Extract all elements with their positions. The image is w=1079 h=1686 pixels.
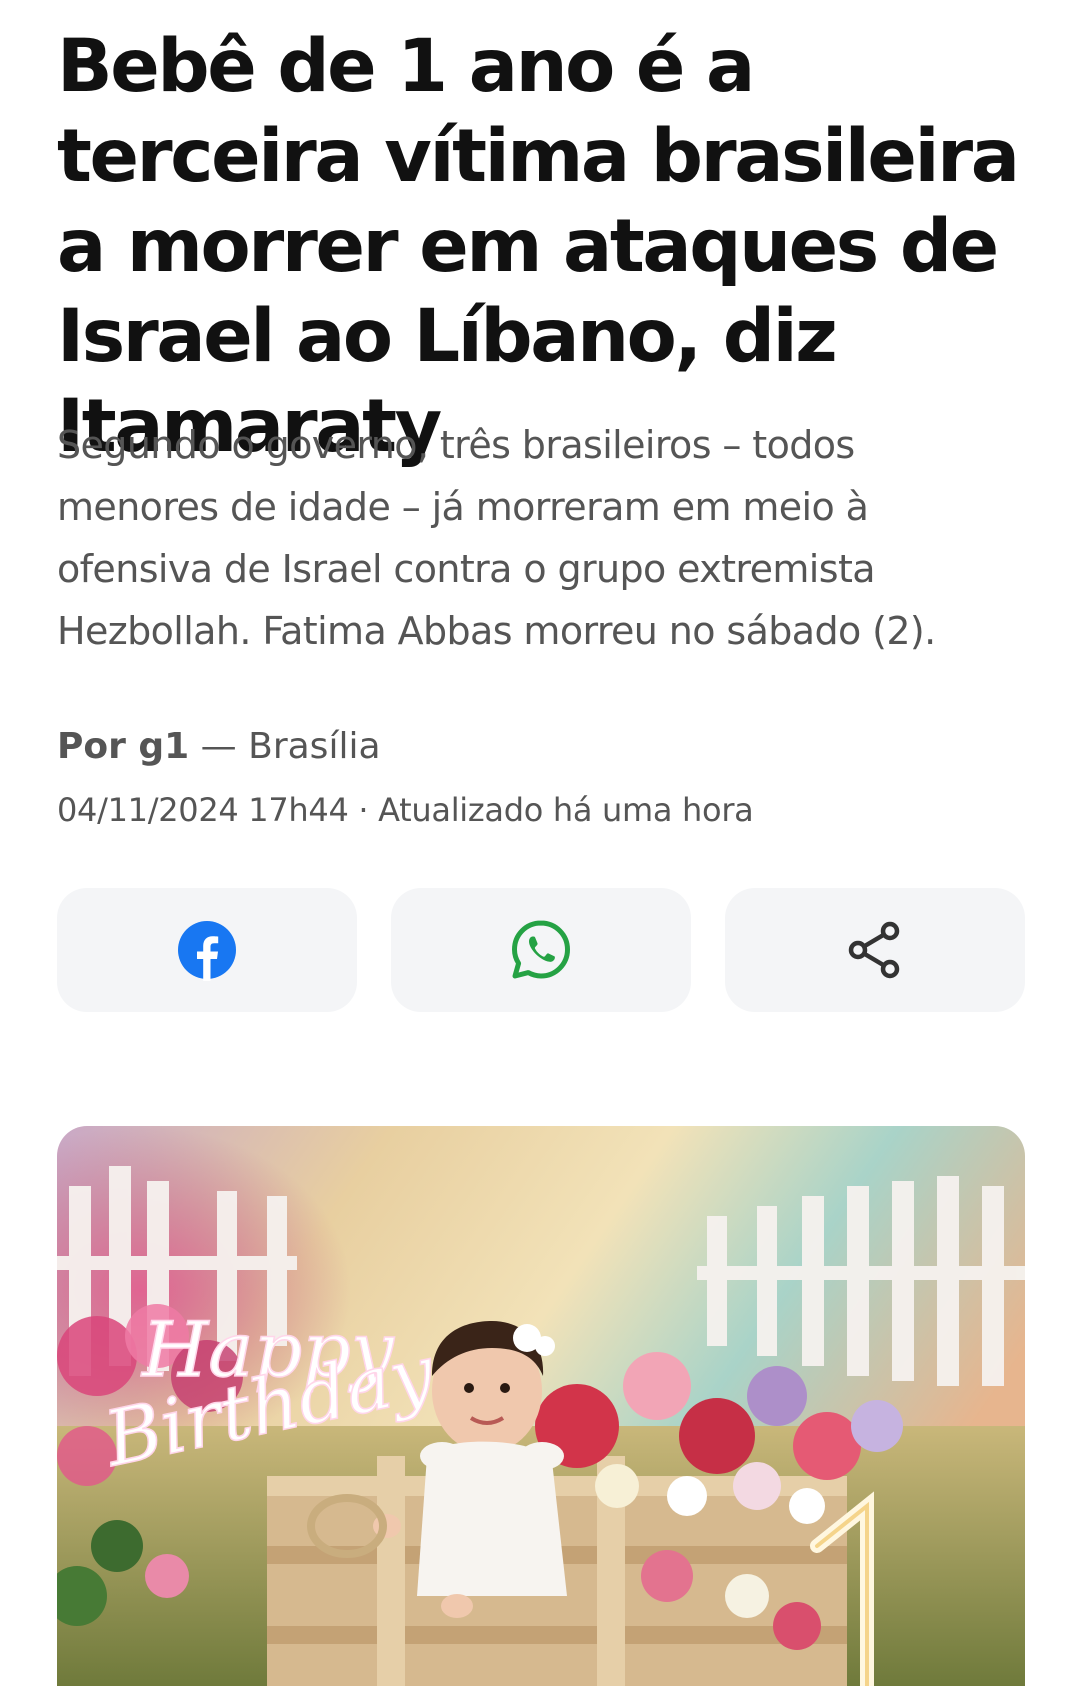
facebook-share-button[interactable]: [57, 888, 357, 1012]
birthday-photo-illustration: Happy Birthday: [57, 1126, 1025, 1686]
byline: Por g1 — Brasília: [57, 722, 381, 772]
article-subtitle: Segundo o governo, três brasileiros – to…: [57, 423, 936, 653]
byline-location: Brasília: [248, 726, 381, 767]
publish-date: 04/11/2024 17h44 · Atualizado há uma hor…: [57, 791, 754, 829]
byline-author[interactable]: Por g1: [57, 726, 189, 767]
headline: Bebê de 1 ano é a terceira vítima brasil…: [57, 24, 1020, 469]
share-button[interactable]: [725, 888, 1025, 1012]
whatsapp-share-button[interactable]: [391, 888, 691, 1012]
share-icon: [848, 921, 900, 979]
article-hero-photo[interactable]: Happy Birthday: [57, 1126, 1025, 1686]
byline-separator: —: [189, 726, 249, 767]
share-bar: [57, 888, 1025, 1012]
facebook-icon: [178, 921, 236, 981]
whatsapp-icon: [512, 920, 570, 979]
